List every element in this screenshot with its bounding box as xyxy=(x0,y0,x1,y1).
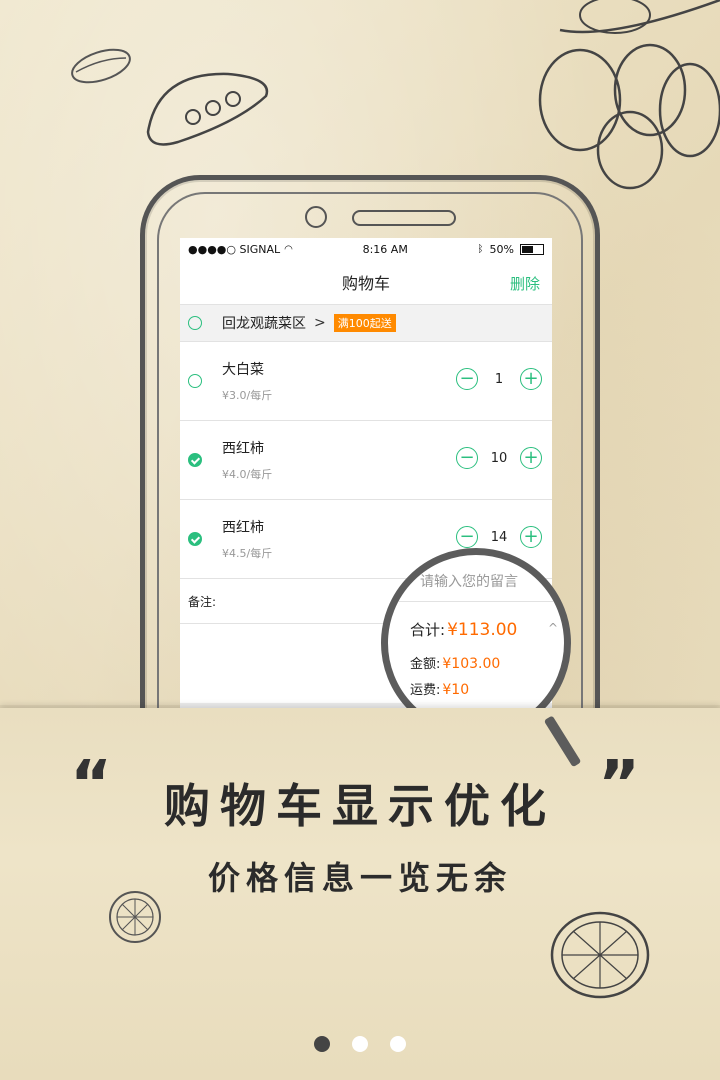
store-select-radio[interactable] xyxy=(188,316,202,330)
item-select-radio[interactable] xyxy=(188,532,202,546)
lemon-slice-sketch-icon xyxy=(109,891,161,943)
amount-row: 金额: ¥103.00 xyxy=(410,653,500,672)
item-select-radio[interactable] xyxy=(188,453,202,467)
earpiece-icon xyxy=(352,210,456,226)
store-row[interactable]: 回龙观蔬菜区 > 满100起送 xyxy=(180,305,552,342)
camera-icon xyxy=(305,206,327,228)
orange-slice-sketch-icon xyxy=(550,911,650,999)
divider xyxy=(388,601,564,602)
page-indicator xyxy=(0,1036,720,1052)
delete-button[interactable]: 删除 xyxy=(510,273,540,294)
expand-caret-icon[interactable]: ^ xyxy=(548,621,558,635)
decrease-button[interactable]: − xyxy=(456,447,478,469)
item-name: 西红柿 xyxy=(222,520,264,536)
item-select-radio[interactable] xyxy=(188,374,202,388)
amount-label: 金额: xyxy=(410,657,441,672)
shipping-label: 运费: xyxy=(410,683,441,698)
nav-bar: 购物车 删除 xyxy=(180,260,552,305)
shipping-row: 运费: ¥10 xyxy=(410,679,469,698)
increase-button[interactable]: + xyxy=(520,447,542,469)
quantity-value[interactable]: 1 xyxy=(478,372,520,387)
cart-item: 西红柿 ¥4.0/每斤 − 10 + xyxy=(180,421,552,500)
quantity-stepper: − 14 + xyxy=(456,526,542,548)
bean-pod-sketch-icon xyxy=(146,72,269,146)
store-name: 回龙观蔬菜区 xyxy=(222,316,306,332)
page-dot[interactable] xyxy=(314,1036,330,1052)
fruit-branch-sketch-icon xyxy=(538,0,720,190)
peanut-sketch-icon xyxy=(71,48,131,84)
item-price: ¥4.5/每斤 xyxy=(222,547,273,560)
item-price: ¥4.0/每斤 xyxy=(222,468,273,481)
carrier-signal: ●●●●○ SIGNAL xyxy=(188,242,281,256)
item-price: ¥3.0/每斤 xyxy=(222,389,273,402)
status-bar: ●●●●○ SIGNAL ◠ 8:16 AM ᛒ 50% xyxy=(180,238,552,260)
page-dot[interactable] xyxy=(352,1036,368,1052)
chevron-right-icon: > xyxy=(314,315,326,331)
page-dot[interactable] xyxy=(390,1036,406,1052)
amount-value: ¥103.00 xyxy=(442,656,501,672)
bluetooth-icon: ᛒ xyxy=(477,243,484,255)
remark-input[interactable]: 请输入您的留言 xyxy=(420,571,518,591)
quantity-value[interactable]: 14 xyxy=(478,530,520,545)
total-row: 合计: ¥113.00 xyxy=(410,619,517,640)
status-time: 8:16 AM xyxy=(362,242,408,256)
quantity-stepper: − 1 + xyxy=(456,368,542,390)
total-label: 合计: xyxy=(410,621,446,639)
quantity-value[interactable]: 10 xyxy=(478,451,520,466)
remark-label: 备注: xyxy=(188,594,217,609)
cart-item: 大白菜 ¥3.0/每斤 − 1 + xyxy=(180,342,552,421)
item-name: 西红柿 xyxy=(222,441,264,457)
item-name: 大白菜 xyxy=(222,362,264,378)
promo-badge: 满100起送 xyxy=(333,314,396,332)
close-quote: ” xyxy=(598,748,641,822)
total-value: ¥113.00 xyxy=(447,620,518,640)
increase-button[interactable]: + xyxy=(520,368,542,390)
wifi-icon: ◠ xyxy=(284,243,293,255)
decrease-button[interactable]: − xyxy=(456,368,478,390)
battery-percent: 50% xyxy=(489,242,514,256)
decrease-button[interactable]: − xyxy=(456,526,478,548)
battery-icon xyxy=(520,243,544,255)
increase-button[interactable]: + xyxy=(520,526,542,548)
page-title: 购物车 xyxy=(341,274,390,293)
quantity-stepper: − 10 + xyxy=(456,447,542,469)
shipping-value: ¥10 xyxy=(442,682,470,698)
